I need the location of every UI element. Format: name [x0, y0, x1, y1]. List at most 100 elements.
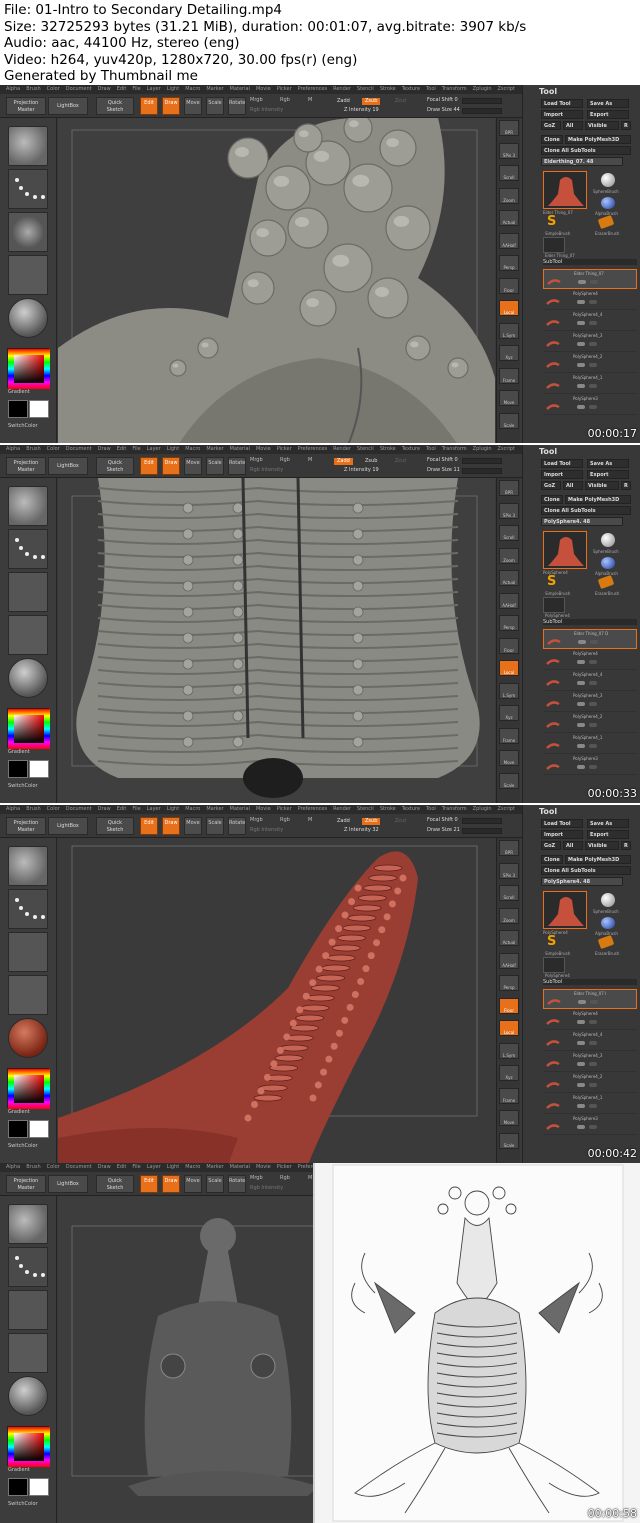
menu-item[interactable]: Layer — [147, 805, 161, 814]
draw-button[interactable]: Draw — [162, 457, 180, 475]
menu-item[interactable]: Alpha — [6, 445, 20, 454]
brush-swatch[interactable] — [8, 846, 48, 886]
menu-item[interactable]: Document — [66, 1163, 92, 1172]
import-button[interactable]: Import — [541, 470, 583, 479]
subtool-polypaint-toggle[interactable] — [589, 1083, 597, 1087]
secondary-color-swatch[interactable] — [8, 760, 28, 778]
subtool-row[interactable]: PolySphere4 — [543, 1010, 637, 1030]
subtool-row[interactable]: PolySphere4_4 — [543, 671, 637, 691]
shelf-button-spix3[interactable]: SPix 3 — [499, 502, 519, 519]
menu-item[interactable]: Brush — [26, 85, 40, 94]
current-tool-thumbnail[interactable] — [543, 891, 587, 929]
menu-item[interactable]: Marker — [206, 1163, 223, 1172]
menu-item[interactable]: Picker — [277, 1163, 292, 1172]
subtool-row[interactable]: Elder Thing_07 D — [543, 629, 637, 649]
load-tool-button[interactable]: Load Tool — [541, 819, 583, 828]
edit-button[interactable]: Edit — [140, 97, 158, 115]
move-button[interactable]: Move — [184, 1175, 202, 1193]
subtool-polypaint-toggle[interactable] — [589, 1020, 597, 1024]
menu-item[interactable]: Light — [167, 85, 179, 94]
shelf-button-scale[interactable]: Scale — [499, 412, 519, 429]
r-button[interactable]: R — [621, 121, 631, 130]
menu-item[interactable]: Picker — [277, 805, 292, 814]
subtool-visibility-toggle[interactable] — [577, 744, 585, 748]
m-button[interactable]: M — [308, 1175, 312, 1181]
subtool-visibility-toggle[interactable] — [578, 280, 586, 284]
quick-sketch-button[interactable]: Quick Sketch — [96, 457, 134, 475]
zcut-button[interactable]: Zcut — [392, 98, 409, 105]
make-polymesh-button[interactable]: Make PolyMesh3D — [565, 495, 631, 504]
shelf-button-floor[interactable]: Floor — [499, 997, 519, 1014]
subtool-row[interactable]: PolySphere4_4 — [543, 1031, 637, 1051]
menu-item[interactable]: Zplugin — [473, 805, 492, 814]
menu-item[interactable]: Tool — [426, 445, 436, 454]
goz-button[interactable]: GoZ — [541, 121, 561, 130]
subtool-visibility-toggle[interactable] — [577, 1104, 585, 1108]
menu-item[interactable]: Stencil — [357, 805, 374, 814]
color-picker[interactable] — [7, 1068, 50, 1109]
menu-item[interactable]: Color — [47, 85, 60, 94]
color-picker[interactable] — [7, 1426, 50, 1467]
shelf-button-move[interactable]: Move — [499, 1110, 519, 1126]
eraser-brush-icon[interactable] — [597, 574, 615, 590]
subtool-header[interactable]: SubTool — [543, 619, 637, 625]
zcut-button[interactable]: Zcut — [392, 818, 409, 825]
subtool-polypaint-toggle[interactable] — [589, 321, 597, 325]
export-button[interactable]: Export — [587, 110, 629, 119]
secondary-color-swatch[interactable] — [8, 1120, 28, 1138]
subtool-visibility-toggle[interactable] — [577, 1020, 585, 1024]
menu-item[interactable]: Zscript — [498, 85, 515, 94]
menu-item[interactable]: Material — [230, 1163, 250, 1172]
simple-brush-icon[interactable]: S — [547, 575, 559, 589]
texture-swatch[interactable] — [8, 255, 48, 295]
subtool-row[interactable]: PolySphere3 — [543, 395, 637, 415]
menu-item[interactable]: Transform — [442, 445, 467, 454]
menu-item[interactable]: Tool — [426, 805, 436, 814]
subtool-visibility-toggle[interactable] — [577, 342, 585, 346]
menu-item[interactable]: Light — [167, 805, 179, 814]
shelf-button-xyz[interactable]: Xyz — [499, 705, 519, 721]
subtool-visibility-toggle[interactable] — [578, 1000, 586, 1004]
menu-item[interactable]: File — [132, 805, 140, 814]
menu-item[interactable]: Movie — [256, 445, 271, 454]
shelf-button-move[interactable]: Move — [499, 390, 519, 406]
material-swatch[interactable] — [8, 1376, 48, 1416]
color-picker[interactable] — [7, 348, 50, 389]
projection-master-button[interactable]: Projection Master — [6, 1175, 46, 1193]
subtool-row[interactable]: PolySphere4_4 — [543, 311, 637, 331]
shelf-button-xyz[interactable]: Xyz — [499, 345, 519, 361]
z-intensity-slider-label[interactable]: Z Intensity 19 — [344, 107, 379, 113]
menu-item[interactable]: Marker — [206, 445, 223, 454]
menu-item[interactable]: Picker — [277, 445, 292, 454]
focal-shift-slider-label[interactable]: Focal Shift 0 — [427, 97, 458, 103]
shelf-button-floor[interactable]: Floor — [499, 637, 519, 654]
subtool-row[interactable]: PolySphere3 — [543, 755, 637, 775]
save-as-button[interactable]: Save As — [587, 99, 629, 108]
shelf-button-zoom[interactable]: Zoom — [499, 187, 519, 204]
eraser-brush-icon[interactable] — [597, 934, 615, 950]
material-swatch[interactable] — [8, 658, 48, 698]
subtool-visibility-toggle[interactable] — [578, 640, 586, 644]
extra-tool-thumb[interactable] — [543, 597, 565, 613]
clone-button[interactable]: Clone — [541, 495, 563, 504]
scale-button[interactable]: Scale — [206, 457, 224, 475]
zsub-button[interactable]: Zsub — [362, 458, 380, 465]
subtool-visibility-toggle[interactable] — [577, 1083, 585, 1087]
sphere-brush-thumb[interactable] — [601, 893, 615, 907]
menu-item[interactable]: Macro — [185, 445, 200, 454]
zcut-button[interactable]: Zcut — [392, 458, 409, 465]
goz-button[interactable]: GoZ — [541, 841, 561, 850]
rotate-button[interactable]: Rotate — [228, 1175, 246, 1193]
subtool-polypaint-toggle[interactable] — [589, 660, 597, 664]
stroke-swatch[interactable] — [8, 529, 48, 569]
shelf-button-xyz[interactable]: Xyz — [499, 1065, 519, 1081]
menu-item[interactable]: Movie — [256, 85, 271, 94]
goz-button[interactable]: GoZ — [541, 481, 561, 490]
menu-item[interactable]: Draw — [98, 445, 111, 454]
subtool-visibility-toggle[interactable] — [577, 702, 585, 706]
edit-button[interactable]: Edit — [140, 1175, 158, 1193]
secondary-color-swatch[interactable] — [8, 400, 28, 418]
menu-item[interactable]: Draw — [98, 805, 111, 814]
menu-item[interactable]: File — [132, 1163, 140, 1172]
visible-button[interactable]: Visible — [585, 121, 619, 130]
